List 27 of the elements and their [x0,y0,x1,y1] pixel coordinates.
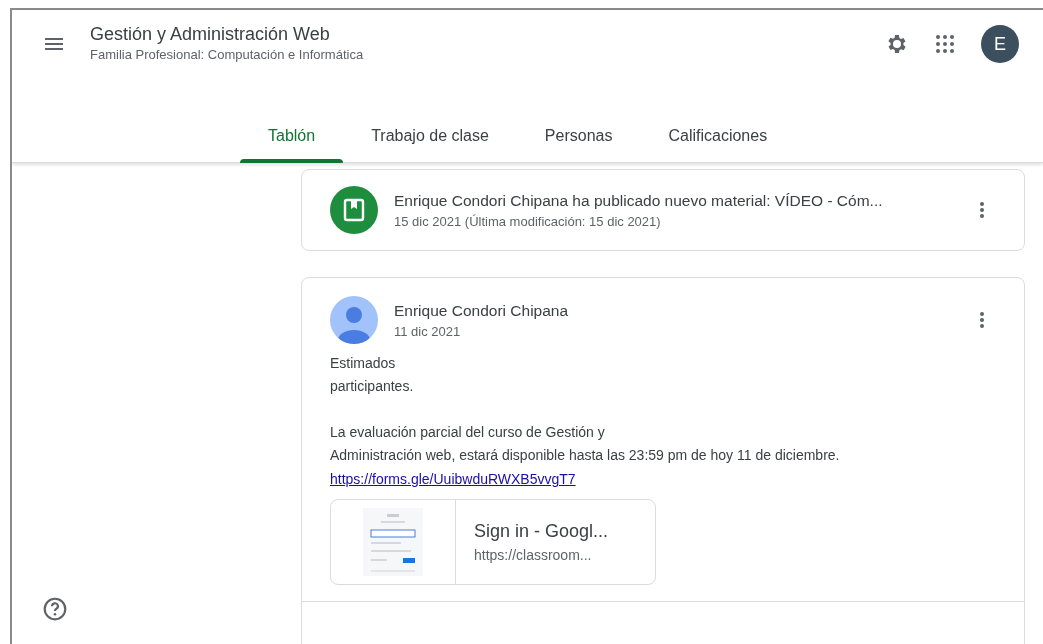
attachment-url: https://classroom... [474,546,593,565]
post-date: 15 dic 2021 (Última modificación: 15 dic 2021) [394,212,662,231]
attachment-card[interactable]: Sign in - Googl... https://classroom... [330,499,656,585]
tab[interactable]: Tablón [240,109,344,163]
author-name: Enrique Condori Chipana [394,300,569,321]
more-options-button[interactable] [980,312,984,328]
tab[interactable]: Personas [516,109,641,163]
message-paragraph: La evaluación parcial del curso de Gestión y Administración web, estará disponible hasta las 23:59 pm de hoy 11 de diciembre. [330,423,841,465]
class-title: Gestión y Administración Web [90,23,331,46]
more-vertical-icon [980,202,984,218]
help-button[interactable] [42,596,68,622]
user-avatar[interactable]: E [981,25,1019,63]
more-options-button[interactable] [980,202,984,218]
user-avatar [330,296,378,344]
form-link[interactable]: https://forms.gle/UuibwduRWXB5vvgT7 [330,471,576,487]
tab[interactable]: Trabajo de clase [343,109,517,163]
apps-grid-icon [933,32,957,56]
attachment-title: Sign in - Googl... [474,520,609,543]
message-paragraph: Estimados participantes. [330,354,415,396]
class-subtitle: Familia Profesional: Computación e Informática [90,46,365,65]
more-vertical-icon [980,312,984,328]
tab[interactable]: Calificaciones [640,109,796,163]
help-icon [42,596,68,622]
material-icon [330,186,378,234]
apps-button[interactable] [933,32,957,56]
post-date: 11 dic 2021 [394,322,462,341]
post-title[interactable]: Enrique Condori Chipana ha publicado nuevo material: VÍDEO - Cóm... [394,188,883,212]
